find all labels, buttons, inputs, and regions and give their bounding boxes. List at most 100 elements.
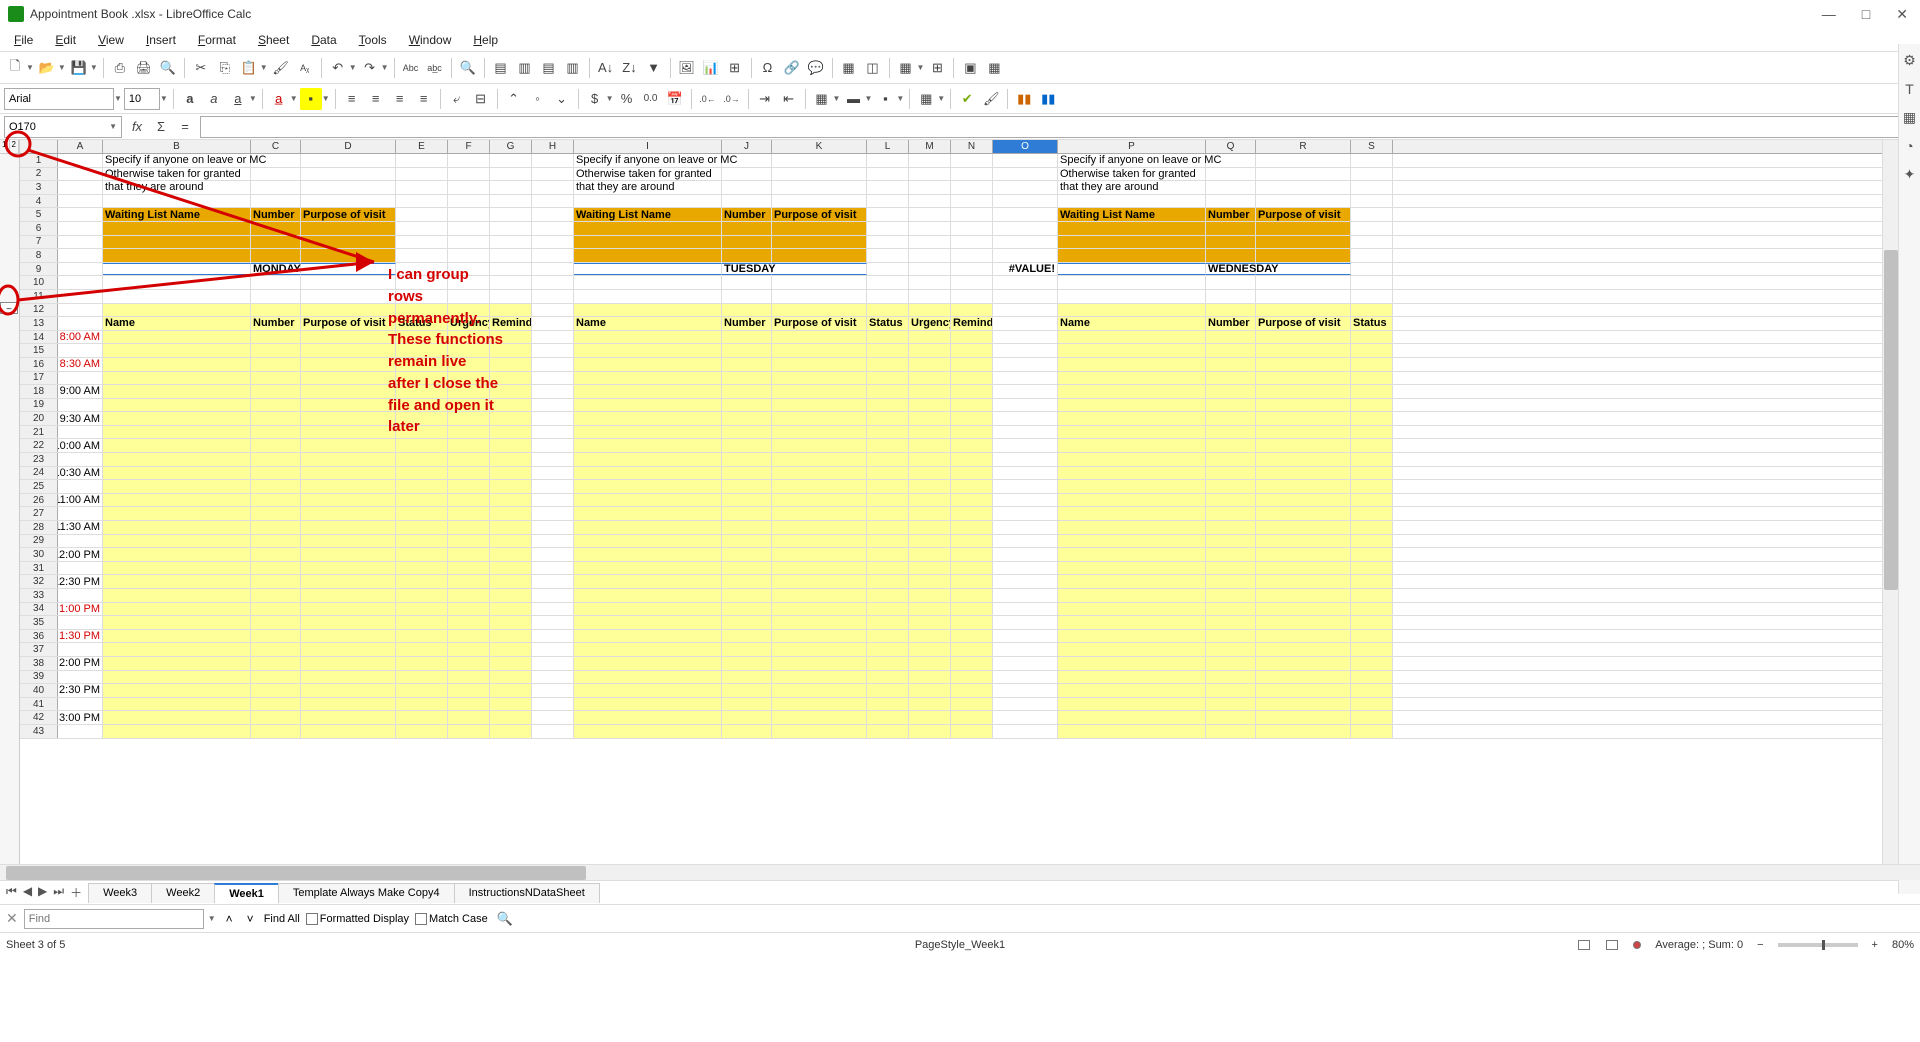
cell[interactable] xyxy=(301,643,396,656)
cell[interactable] xyxy=(448,222,490,235)
sidebar-icon-1[interactable]: T xyxy=(1905,81,1914,97)
cell[interactable]: Waiting List Name xyxy=(103,208,251,221)
outline-collapse-button[interactable]: – xyxy=(0,302,18,314)
cell[interactable] xyxy=(301,276,396,289)
col-header-D[interactable]: D xyxy=(301,140,396,153)
cell[interactable] xyxy=(909,453,951,466)
cell[interactable] xyxy=(1256,263,1351,276)
cell[interactable] xyxy=(103,372,251,385)
open-dropdown[interactable]: ▼ xyxy=(58,63,66,72)
cell[interactable] xyxy=(722,372,772,385)
cell[interactable] xyxy=(58,249,103,262)
cell[interactable] xyxy=(58,426,103,439)
cell[interactable] xyxy=(490,548,532,561)
cell[interactable] xyxy=(1206,181,1256,194)
conditional-format-icon[interactable]: ✔ xyxy=(956,88,978,110)
number-format-icon[interactable]: 0.0 xyxy=(640,88,662,110)
cell[interactable] xyxy=(251,698,301,711)
cell[interactable] xyxy=(251,657,301,670)
cell[interactable] xyxy=(1256,521,1351,534)
cell[interactable] xyxy=(396,372,448,385)
cell[interactable] xyxy=(251,236,301,249)
cell[interactable] xyxy=(490,154,532,167)
cell[interactable] xyxy=(448,711,490,724)
cell[interactable] xyxy=(772,521,867,534)
cell[interactable] xyxy=(490,426,532,439)
cell[interactable] xyxy=(772,562,867,575)
cell[interactable] xyxy=(1058,521,1206,534)
cell[interactable] xyxy=(532,725,574,738)
cell[interactable] xyxy=(993,331,1058,344)
cell[interactable] xyxy=(772,399,867,412)
cell[interactable] xyxy=(58,643,103,656)
cell[interactable] xyxy=(772,589,867,602)
cell[interactable] xyxy=(1058,630,1206,643)
cell[interactable] xyxy=(1256,562,1351,575)
cell[interactable] xyxy=(867,331,909,344)
cell[interactable] xyxy=(1206,630,1256,643)
cell[interactable] xyxy=(58,535,103,548)
cell[interactable] xyxy=(490,657,532,670)
borders-dropdown[interactable]: ▼ xyxy=(833,94,841,103)
cell[interactable] xyxy=(909,331,951,344)
cell[interactable] xyxy=(58,304,103,317)
cell[interactable] xyxy=(490,643,532,656)
cell[interactable] xyxy=(448,589,490,602)
cell[interactable]: that they are around xyxy=(574,181,722,194)
cell[interactable] xyxy=(532,236,574,249)
cell[interactable] xyxy=(58,453,103,466)
cell[interactable] xyxy=(103,263,251,276)
cell[interactable] xyxy=(301,684,396,697)
cell[interactable] xyxy=(1351,535,1393,548)
cell[interactable] xyxy=(1058,263,1206,276)
cell[interactable] xyxy=(951,249,993,262)
cell[interactable] xyxy=(574,684,722,697)
cell[interactable] xyxy=(1058,494,1206,507)
cell[interactable] xyxy=(1256,154,1351,167)
row-header[interactable]: 41 xyxy=(20,698,58,711)
cell[interactable] xyxy=(1256,480,1351,493)
cell[interactable] xyxy=(301,657,396,670)
new-doc-icon[interactable]: 🗋 xyxy=(4,57,26,79)
cell[interactable] xyxy=(951,344,993,357)
cell[interactable] xyxy=(867,453,909,466)
cell[interactable] xyxy=(532,154,574,167)
cell[interactable] xyxy=(532,630,574,643)
cell[interactable] xyxy=(490,304,532,317)
cell[interactable] xyxy=(772,467,867,480)
cell[interactable] xyxy=(58,562,103,575)
cell[interactable]: Otherwise taken for granted xyxy=(574,168,722,181)
cell[interactable]: 9:30 AM xyxy=(58,412,103,425)
cell[interactable] xyxy=(993,399,1058,412)
cell[interactable] xyxy=(574,548,722,561)
insert-mode-icon[interactable] xyxy=(1578,940,1590,950)
cell[interactable]: Purpose of visit xyxy=(1256,208,1351,221)
cell[interactable] xyxy=(1351,236,1393,249)
cell[interactable] xyxy=(1256,372,1351,385)
bold-icon[interactable]: a xyxy=(179,88,201,110)
cell[interactable] xyxy=(951,304,993,317)
cell[interactable] xyxy=(951,616,993,629)
cell[interactable] xyxy=(574,711,722,724)
cell[interactable] xyxy=(396,154,448,167)
cell[interactable] xyxy=(251,671,301,684)
cell[interactable] xyxy=(1256,643,1351,656)
cell[interactable] xyxy=(1351,507,1393,520)
cell[interactable] xyxy=(532,399,574,412)
cell[interactable] xyxy=(301,711,396,724)
zoom-out-icon[interactable]: − xyxy=(1757,939,1763,951)
cell[interactable] xyxy=(909,276,951,289)
cell[interactable]: 12:00 PM xyxy=(58,548,103,561)
row-header[interactable]: 26 xyxy=(20,494,58,507)
cell[interactable] xyxy=(448,562,490,575)
cell[interactable] xyxy=(1351,548,1393,561)
cell[interactable] xyxy=(1058,236,1206,249)
border-style-dropdown[interactable]: ▼ xyxy=(864,94,872,103)
formula-icon[interactable]: = xyxy=(174,116,196,138)
cell[interactable] xyxy=(772,480,867,493)
cell[interactable] xyxy=(532,331,574,344)
cell[interactable] xyxy=(448,399,490,412)
cell[interactable] xyxy=(396,276,448,289)
cell[interactable] xyxy=(1256,290,1351,303)
cell[interactable] xyxy=(867,467,909,480)
